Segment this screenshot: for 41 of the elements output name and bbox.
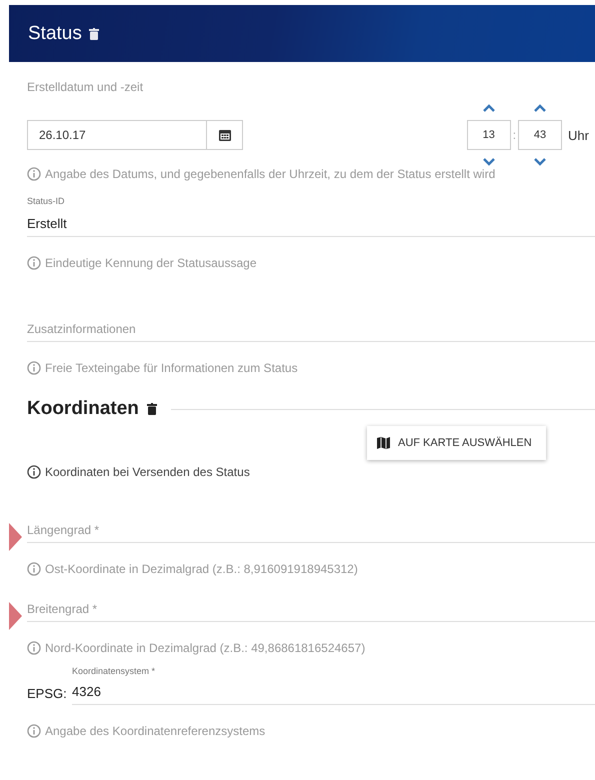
trash-icon[interactable]	[146, 403, 157, 415]
decrement-icon[interactable]	[534, 158, 546, 166]
input-field[interactable]: Zusatzinformationen	[27, 317, 595, 341]
decrement-icon[interactable]	[482, 158, 495, 166]
time-field[interactable]: 13	[466, 120, 511, 150]
increment-icon[interactable]	[482, 104, 495, 112]
field-label: Erstelldatum und -zeit	[27, 80, 144, 94]
hint-text: Freie Texteingabe für Informationen zum Status	[45, 361, 298, 375]
section-heading: Koordinaten	[27, 398, 139, 420]
input-field[interactable]: Erstellt	[27, 206, 595, 236]
increment-icon[interactable]	[534, 104, 546, 112]
info-icon	[27, 167, 41, 181]
info-icon	[27, 361, 41, 375]
prefix-label: EPSG:	[27, 686, 68, 703]
hint-text: Ost-Koordinate in Dezimalgrad (z.B.: 8,916091918945312)	[45, 562, 358, 576]
info-icon	[27, 562, 41, 576]
input-field[interactable]: 4326	[72, 676, 595, 704]
map-button[interactable]: AUF KARTE AUSWÄHLEN	[367, 426, 546, 460]
calendar-icon[interactable]	[218, 129, 230, 141]
hint-text: Angabe des Datums, und gegebenenfalls der Uhrzeit, zu dem der Status erstellt wird	[45, 167, 496, 181]
date-field[interactable]: 26.10.17	[27, 120, 243, 150]
info-icon	[27, 256, 41, 270]
required-marker	[9, 602, 22, 630]
trash-icon[interactable]	[88, 28, 99, 40]
field-label: Status-ID	[27, 196, 66, 206]
time-separator: :	[512, 128, 516, 142]
info-icon	[27, 724, 41, 738]
map-icon	[377, 437, 390, 449]
hint-text: Eindeutige Kennung der Statusaussage	[45, 256, 256, 270]
info-icon	[27, 641, 41, 655]
info-icon	[27, 465, 41, 479]
input-field[interactable]: Breitengrad *	[27, 597, 595, 621]
hint-text: Nord-Koordinate in Dezimalgrad (z.B.: 49,86861816524657)	[45, 641, 366, 655]
required-marker	[9, 523, 22, 551]
time-field[interactable]: 43	[518, 120, 562, 150]
input-field[interactable]: Längengrad *	[27, 518, 595, 542]
hint-text: Angabe des Koordinatenreferenzsystems	[45, 724, 266, 738]
unit-label: Uhr	[568, 128, 589, 142]
hint-text: Koordinaten bei Versenden des Status	[45, 465, 250, 479]
section-title: Status	[28, 22, 82, 44]
field-label: Koordinatensystem *	[72, 666, 156, 676]
